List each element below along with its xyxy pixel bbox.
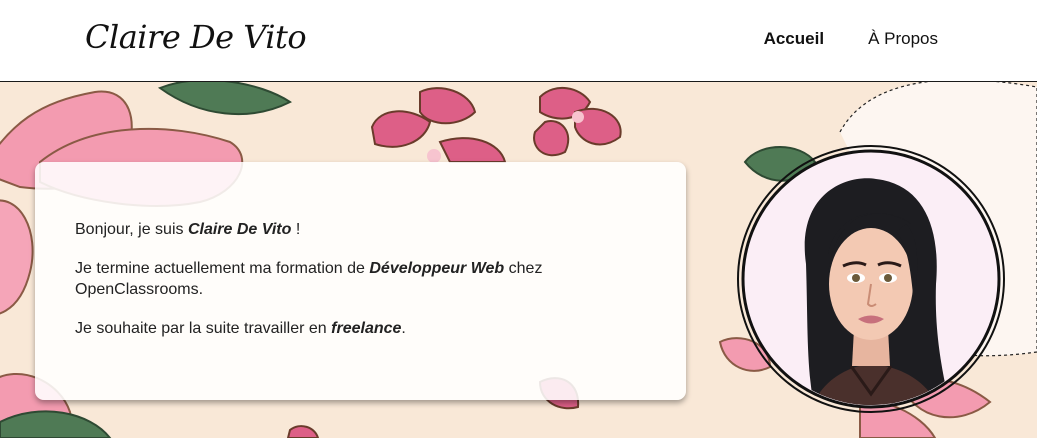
intro-card: Bonjour, je suis Claire De Vito ! Je ter… — [35, 162, 686, 400]
intro-goal: Je souhaite par la suite travailler en f… — [75, 320, 406, 337]
intro-formation: Je termine actuellement ma formation de … — [75, 260, 543, 298]
intro-formation-title: Développeur Web — [369, 260, 505, 277]
nav-link-accueil[interactable]: Accueil — [764, 29, 824, 49]
avatar — [737, 145, 1005, 413]
dark-pink-flower — [286, 425, 320, 438]
hero-section: Bonjour, je suis Claire De Vito ! Je ter… — [0, 82, 1037, 438]
intro-greeting: Bonjour, je suis Claire De Vito ! — [75, 221, 301, 238]
nav-link-a-propos[interactable]: À Propos — [868, 29, 938, 49]
site-header: Claire De Vito Accueil À Propos — [0, 0, 1037, 82]
site-logo[interactable]: Claire De Vito — [85, 18, 307, 56]
intro-goal-emphasis: freelance — [331, 320, 402, 337]
dark-pink-flower — [370, 86, 622, 163]
intro-name: Claire De Vito — [187, 221, 292, 238]
main-nav: Accueil À Propos — [764, 29, 938, 49]
leaf — [157, 82, 292, 116]
leaf — [0, 410, 112, 438]
